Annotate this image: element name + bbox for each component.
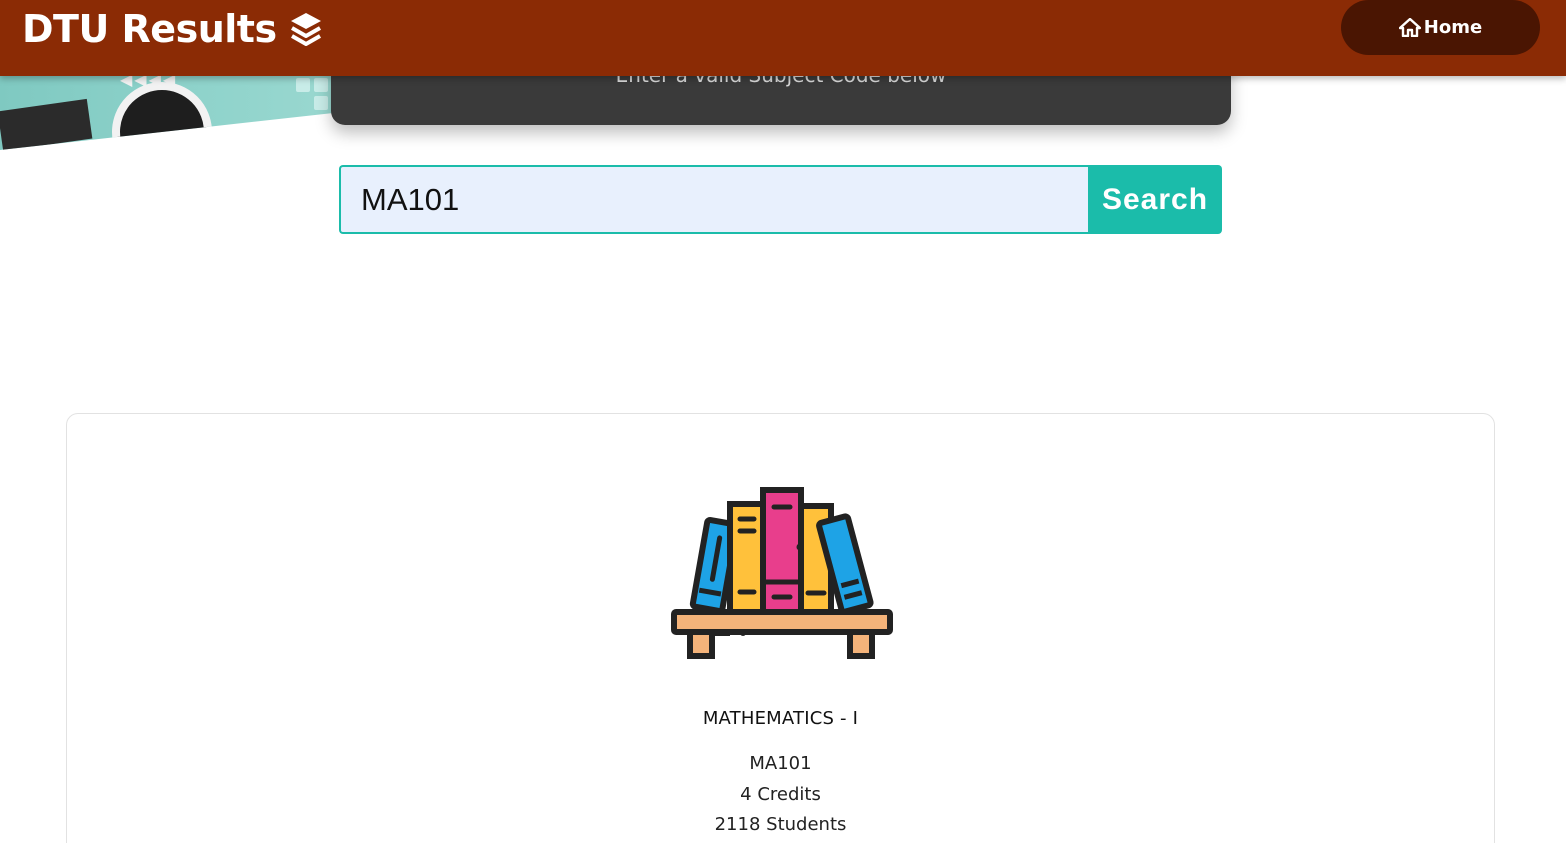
home-button-label: Home bbox=[1423, 17, 1483, 38]
navbar: DTU Results Home bbox=[0, 0, 1566, 76]
layers-icon bbox=[290, 13, 321, 46]
subject-result-card: MATHEMATICS - I MA101 4 Credits 2118 Stu… bbox=[66, 413, 1495, 843]
home-icon bbox=[1398, 18, 1421, 37]
hero-pad bbox=[314, 96, 328, 110]
home-button[interactable]: Home bbox=[1341, 0, 1540, 55]
subject-code-input[interactable] bbox=[339, 165, 1088, 234]
subject-credits: 4 Credits bbox=[740, 784, 821, 805]
brand-link[interactable]: DTU Results bbox=[22, 6, 323, 52]
hero-pad bbox=[314, 78, 328, 92]
page: ◀◀◀◀ Enter a valid Subject Code below DT… bbox=[0, 0, 1566, 843]
hero-device-shape bbox=[0, 98, 93, 150]
subject-students: 2118 Students bbox=[714, 814, 847, 835]
subject-name: MATHEMATICS - I bbox=[702, 708, 859, 729]
search-button[interactable]: Search bbox=[1088, 165, 1222, 234]
hero-pad bbox=[296, 78, 310, 92]
hero-knob-shape bbox=[112, 82, 212, 150]
bookshelf-icon bbox=[671, 487, 893, 659]
subject-code: MA101 bbox=[749, 753, 812, 774]
brand-title: DTU Results bbox=[22, 7, 277, 51]
search-bar: Search bbox=[339, 165, 1222, 234]
